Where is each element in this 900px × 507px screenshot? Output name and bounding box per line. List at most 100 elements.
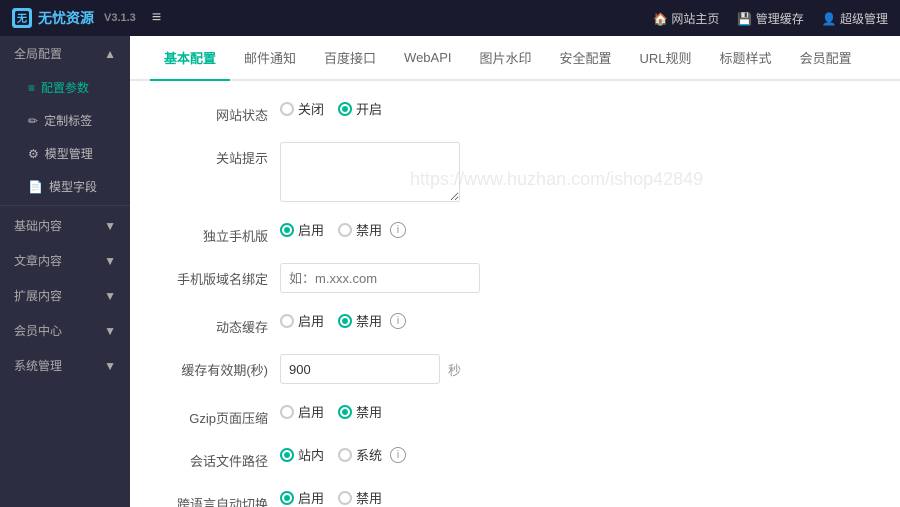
input-cache-expire[interactable] — [280, 354, 440, 384]
control-close-hint — [280, 142, 870, 202]
sidebar-arrow-extended: ▼ — [104, 289, 116, 303]
radio-lang-enable[interactable]: 启用 — [280, 488, 324, 507]
sidebar-label-model-fields: 模型字段 — [49, 178, 97, 195]
radio-circle-mobile-enable — [280, 223, 294, 237]
sidebar-arrow-member: ▼ — [104, 324, 116, 338]
model-mgmt-icon: ⚙ — [28, 147, 39, 161]
radio-session-system[interactable]: 系统 — [338, 445, 382, 464]
radio-label-lang-enable: 启用 — [298, 488, 324, 507]
sidebar-label-article-content: 文章内容 — [14, 252, 62, 269]
radio-lang-disable[interactable]: 禁用 — [338, 488, 382, 507]
topbar: 无 无忧资源 V3.1.3 ≡ 🏠 网站主页 💾 管理缓存 👤 超级管理 — [0, 0, 900, 36]
tab-security-config[interactable]: 安全配置 — [546, 36, 626, 81]
sidebar-item-model-fields[interactable]: 📄 模型字段 — [0, 170, 130, 203]
radio-label-lang-disable: 禁用 — [356, 488, 382, 507]
radio-circle-gzip-enable — [280, 405, 294, 419]
radio-session-local[interactable]: 站内 — [280, 445, 324, 464]
sidebar-label-model-mgmt: 模型管理 — [45, 145, 93, 162]
sidebar-label-member-center: 会员中心 — [14, 322, 62, 339]
radio-circle-cache-disable — [338, 314, 352, 328]
info-icon-mobile[interactable]: i — [390, 222, 406, 238]
radio-circle-close — [280, 102, 294, 116]
sidebar-label-extended-content: 扩展内容 — [14, 287, 62, 304]
radio-mobile-disable[interactable]: 禁用 — [338, 220, 382, 239]
label-mobile-domain: 手机版域名绑定 — [160, 263, 280, 288]
info-icon-session[interactable]: i — [390, 447, 406, 463]
form-row-gzip: Gzip页面压缩 启用 禁用 — [160, 402, 870, 427]
sidebar-item-model-mgmt[interactable]: ⚙ 模型管理 — [0, 137, 130, 170]
radio-label-gzip-disable: 禁用 — [356, 402, 382, 421]
radio-circle-open — [338, 102, 352, 116]
radio-cache-enable[interactable]: 启用 — [280, 311, 324, 330]
info-icon-cache[interactable]: i — [390, 313, 406, 329]
tab-member-config[interactable]: 会员配置 — [786, 36, 866, 81]
label-site-status: 网站状态 — [160, 99, 280, 124]
label-close-hint: 关站提示 — [160, 142, 280, 167]
radio-mobile-enable[interactable]: 启用 — [280, 220, 324, 239]
radio-circle-gzip-disable — [338, 405, 352, 419]
sidebar: 全局配置 ▲ ≡ 配置参数 ✏ 定制标签 ⚙ 模型管理 📄 模型字段 基础内容 — [0, 36, 130, 507]
sidebar-item-extended-content[interactable]: 扩展内容 ▼ — [0, 278, 130, 313]
radio-gzip-disable[interactable]: 禁用 — [338, 402, 382, 421]
radio-gzip-enable[interactable]: 启用 — [280, 402, 324, 421]
sidebar-arrow-basic: ▼ — [104, 219, 116, 233]
radio-label-gzip-enable: 启用 — [298, 402, 324, 421]
label-lang-switch: 跨语言自动切换 — [160, 488, 280, 507]
input-mobile-domain[interactable] — [280, 263, 480, 293]
radio-site-close[interactable]: 关闭 — [280, 99, 324, 118]
sidebar-item-article-content[interactable]: 文章内容 ▼ — [0, 243, 130, 278]
sidebar-divider-1 — [0, 205, 130, 206]
label-mobile: 独立手机版 — [160, 220, 280, 245]
version-label: V3.1.3 — [104, 12, 136, 24]
sidebar-item-member-center[interactable]: 会员中心 ▼ — [0, 313, 130, 348]
nav-admin[interactable]: 👤 超级管理 — [822, 10, 888, 27]
sidebar-item-global-config[interactable]: 全局配置 ▲ — [0, 36, 130, 71]
form-row-site-status: 网站状态 关闭 开启 — [160, 99, 870, 124]
sidebar-arrow-global: ▲ — [104, 47, 116, 61]
tab-baidu-api[interactable]: 百度接口 — [310, 36, 390, 81]
form-row-mobile-domain: 手机版域名绑定 — [160, 263, 870, 293]
sidebar-arrow-article: ▼ — [104, 254, 116, 268]
radio-cache-disable[interactable]: 禁用 — [338, 311, 382, 330]
sidebar-item-custom-tags[interactable]: ✏ 定制标签 — [0, 104, 130, 137]
radio-label-cache-enable: 启用 — [298, 311, 324, 330]
radio-label-open: 开启 — [356, 99, 382, 118]
svg-text:无: 无 — [16, 13, 27, 25]
form-row-dynamic-cache: 动态缓存 启用 禁用 i — [160, 311, 870, 336]
control-session-path: 站内 系统 i — [280, 445, 870, 464]
radio-group-session-path: 站内 系统 — [280, 445, 382, 464]
radio-circle-lang-disable — [338, 491, 352, 505]
sidebar-label-global: 全局配置 — [14, 45, 62, 62]
control-site-status: 关闭 开启 — [280, 99, 870, 118]
form-row-session-path: 会话文件路径 站内 系统 i — [160, 445, 870, 470]
tab-email-notify[interactable]: 邮件通知 — [230, 36, 310, 81]
label-dynamic-cache: 动态缓存 — [160, 311, 280, 336]
sidebar-item-system-mgmt[interactable]: 系统管理 ▼ — [0, 348, 130, 383]
nav-home[interactable]: 🏠 网站主页 — [653, 10, 719, 27]
sidebar-label-config-params: 配置参数 — [41, 79, 89, 96]
menu-toggle-icon[interactable]: ≡ — [152, 9, 161, 27]
radio-circle-mobile-disable — [338, 223, 352, 237]
tab-image-watermark[interactable]: 图片水印 — [466, 36, 546, 81]
tab-title-style[interactable]: 标题样式 — [706, 36, 786, 81]
tab-basic-config[interactable]: 基本配置 — [150, 36, 230, 81]
label-session-path: 会话文件路径 — [160, 445, 280, 470]
radio-circle-session-system — [338, 448, 352, 462]
sidebar-label-basic-content: 基础内容 — [14, 217, 62, 234]
tab-webapi[interactable]: WebAPI — [390, 38, 465, 79]
sidebar-item-basic-content[interactable]: 基础内容 ▼ — [0, 208, 130, 243]
control-mobile-domain — [280, 263, 870, 293]
model-fields-icon: 📄 — [28, 180, 43, 194]
form-row-cache-expire: 缓存有效期(秒) 秒 — [160, 354, 870, 384]
textarea-close-hint[interactable] — [280, 142, 460, 202]
radio-site-open[interactable]: 开启 — [338, 99, 382, 118]
topbar-logo: 无 无忧资源 V3.1.3 — [12, 8, 136, 28]
logo-text: 无忧资源 — [38, 8, 94, 28]
tab-url-rules[interactable]: URL规则 — [626, 36, 706, 81]
nav-cache[interactable]: 💾 管理缓存 — [737, 10, 803, 27]
form-row-close-hint: 关站提示 — [160, 142, 870, 202]
topbar-nav: 🏠 网站主页 💾 管理缓存 👤 超级管理 — [653, 10, 888, 27]
sidebar-arrow-system: ▼ — [104, 359, 116, 373]
sidebar-item-config-params[interactable]: ≡ 配置参数 — [0, 71, 130, 104]
radio-circle-lang-enable — [280, 491, 294, 505]
